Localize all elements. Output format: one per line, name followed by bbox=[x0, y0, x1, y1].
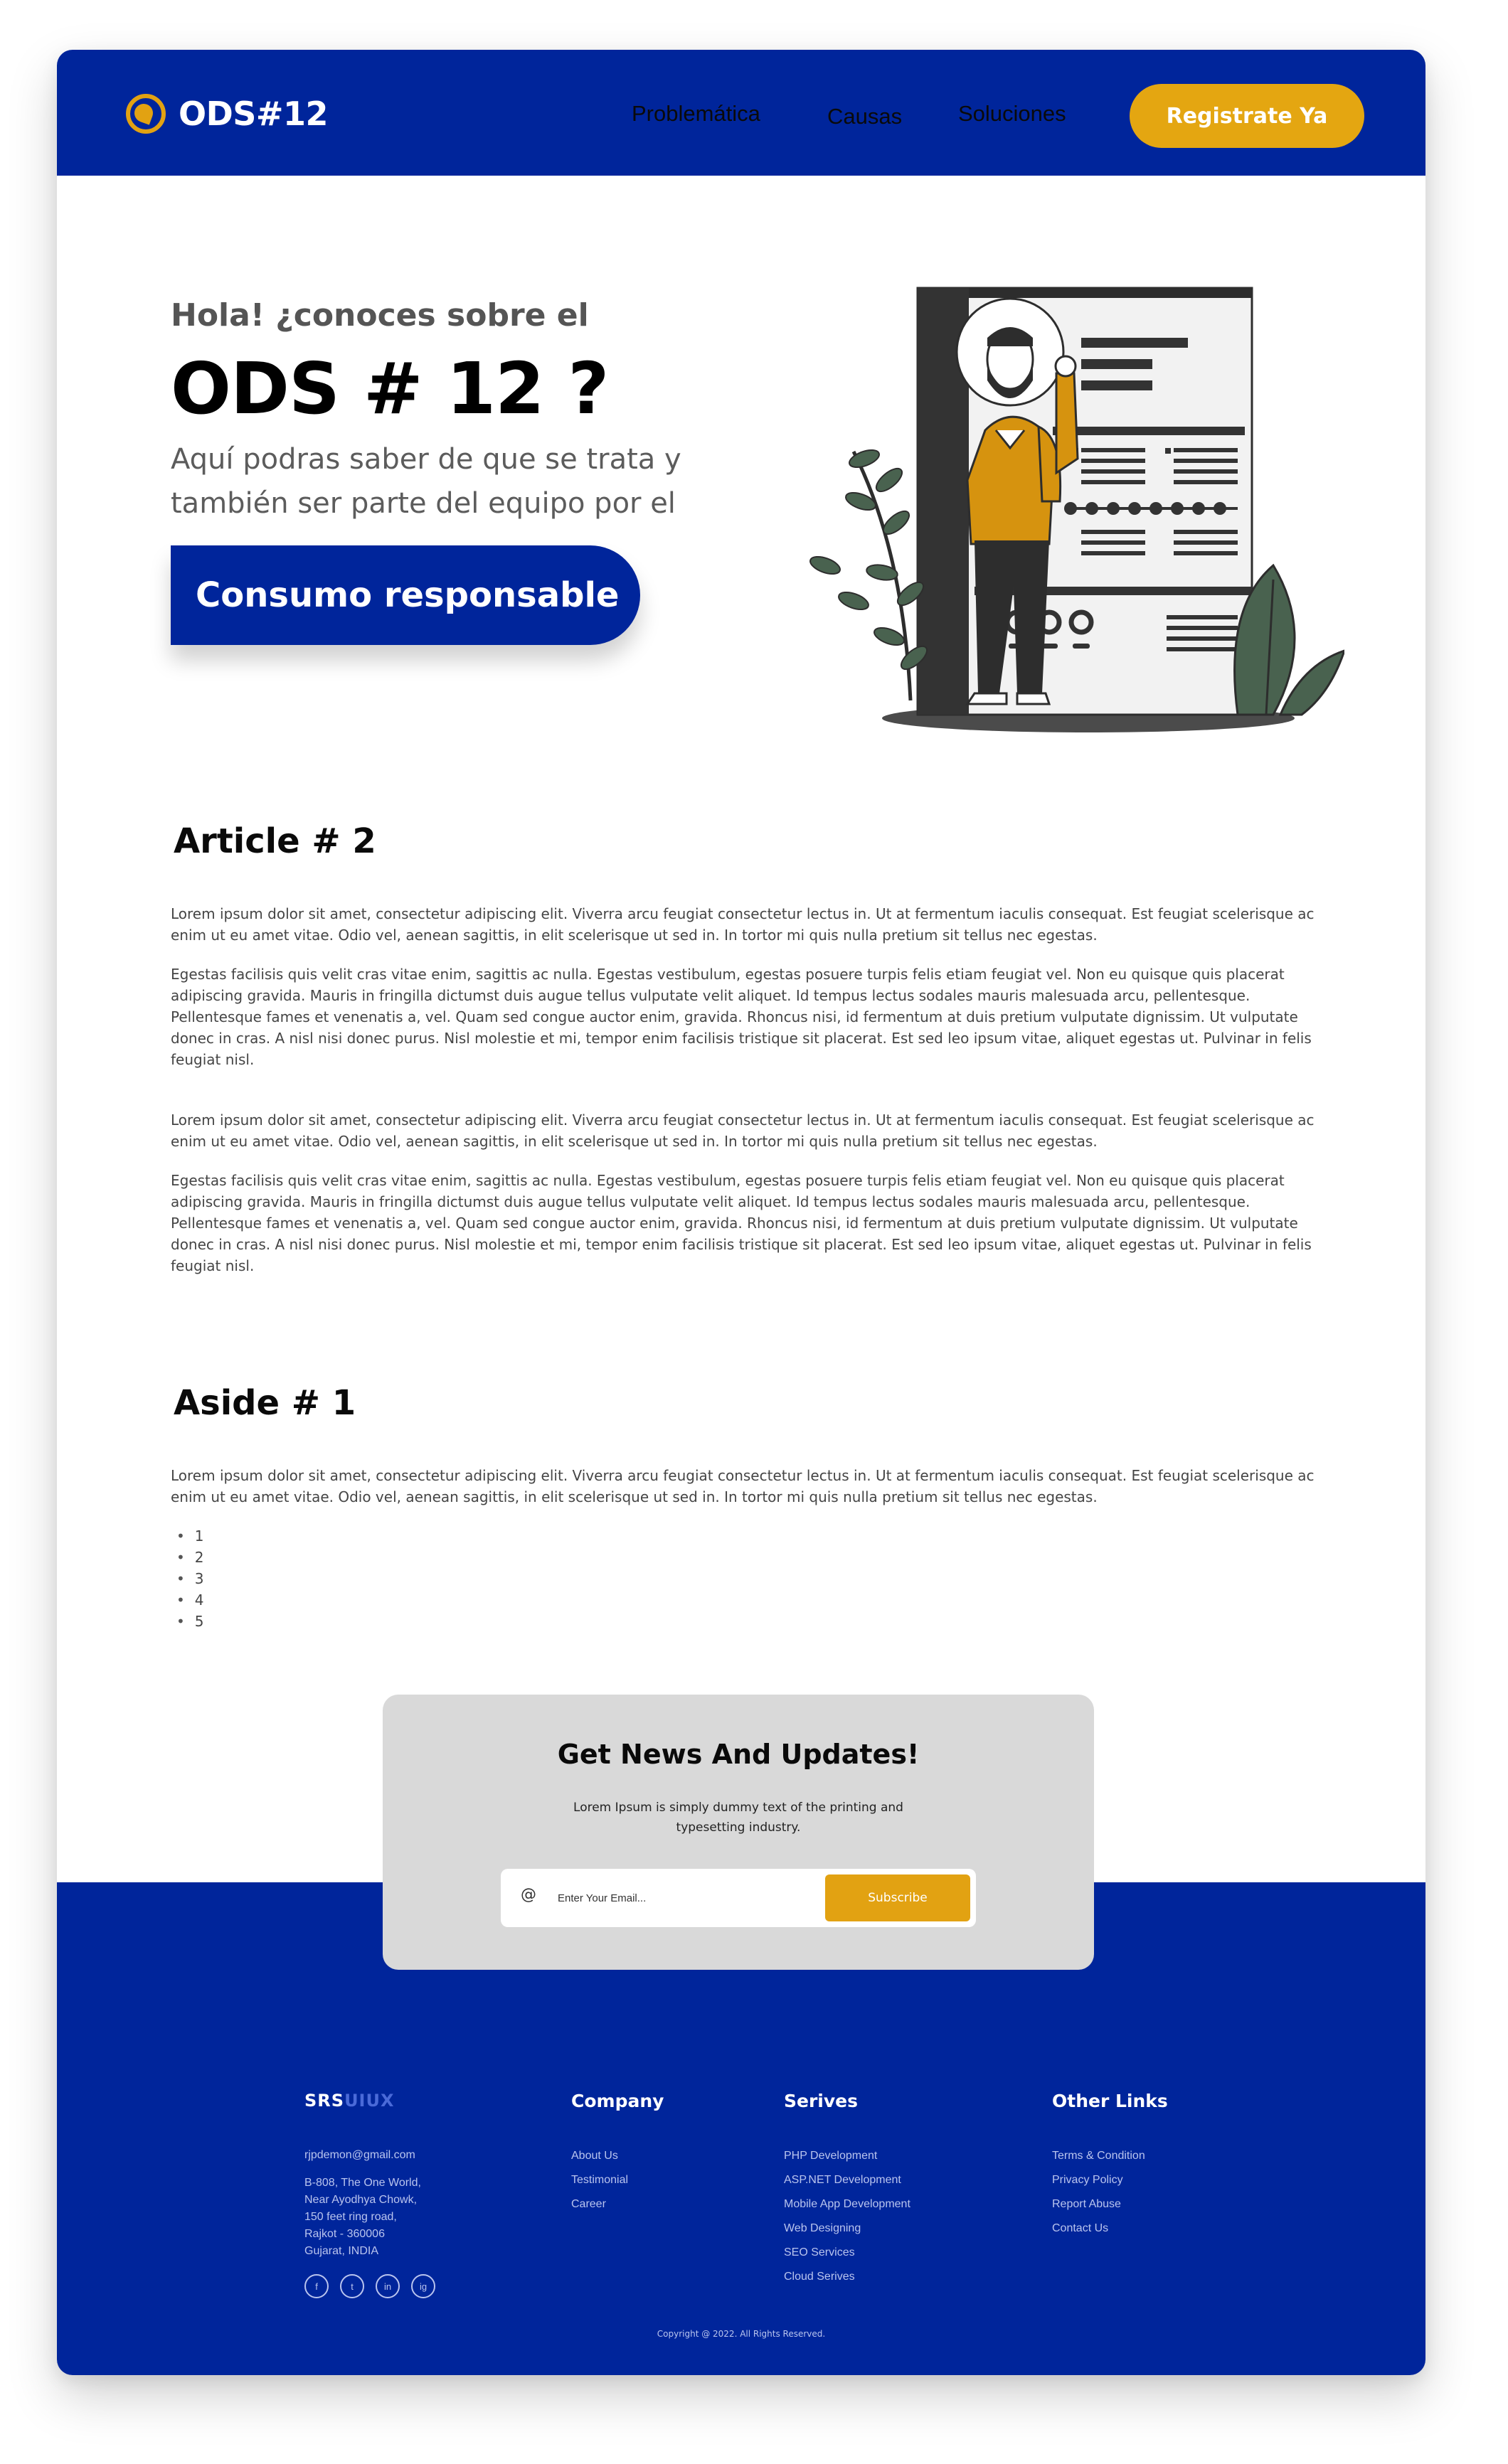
list-item: 2 bbox=[176, 1547, 204, 1568]
nav-link-problematica[interactable]: Problemática bbox=[632, 101, 760, 127]
article-paragraph-3: Lorem ipsum dolor sit amet, consectetur … bbox=[171, 1111, 1315, 1150]
newsletter-card: Get News And Updates! Lorem Ipsum is sim… bbox=[383, 1695, 1094, 1970]
list-item: 4 bbox=[176, 1589, 204, 1611]
logo-icon bbox=[126, 94, 166, 134]
footer-link-testimonial[interactable]: Testimonial bbox=[571, 2168, 664, 2192]
logo-text: ODS#12 bbox=[179, 95, 328, 133]
register-button[interactable]: Registrate Ya bbox=[1130, 84, 1364, 148]
aside-title: Aside # 1 bbox=[174, 1383, 356, 1423]
footer-link-contact[interactable]: Contact Us bbox=[1052, 2217, 1168, 2241]
footer-link-aspnet[interactable]: ASP.NET Development bbox=[784, 2168, 910, 2192]
logo[interactable]: ODS#12 bbox=[126, 94, 328, 134]
footer-link-privacy[interactable]: Privacy Policy bbox=[1052, 2168, 1168, 2192]
hero-illustration bbox=[809, 287, 1344, 732]
footer-services-heading: Serives bbox=[784, 2091, 858, 2111]
footer-address: B-808, The One World, Near Ayodhya Chowk… bbox=[304, 2177, 421, 2257]
hero-kicker: Hola! ¿conoces sobre el bbox=[171, 297, 589, 334]
footer-other-column: Other Links Terms & Condition Privacy Po… bbox=[1052, 2091, 1168, 2241]
footer-company-column: Company About Us Testimonial Career bbox=[571, 2091, 664, 2217]
page-frame: ODS#12 Problemática Causas Soluciones Re… bbox=[57, 50, 1425, 2375]
footer-company-heading: Company bbox=[571, 2091, 664, 2111]
nav-link-soluciones[interactable]: Soluciones bbox=[958, 101, 1066, 127]
newsletter-subtitle: Lorem Ipsum is simply dummy text of the … bbox=[573, 1801, 903, 1835]
footer-link-career[interactable]: Career bbox=[571, 2192, 664, 2217]
footer-link-report[interactable]: Report Abuse bbox=[1052, 2192, 1168, 2217]
footer-services-column: Serives PHP Development ASP.NET Developm… bbox=[784, 2091, 910, 2289]
footer-link-terms[interactable]: Terms & Condition bbox=[1052, 2144, 1168, 2168]
nav-link-causas[interactable]: Causas bbox=[827, 104, 902, 129]
footer-link-web[interactable]: Web Designing bbox=[784, 2217, 910, 2241]
footer-link-cloud[interactable]: Cloud Serives bbox=[784, 2265, 910, 2289]
subscribe-button[interactable]: Subscribe bbox=[825, 1874, 970, 1921]
newsletter-title: Get News And Updates! bbox=[557, 1739, 920, 1770]
footer-link-php[interactable]: PHP Development bbox=[784, 2144, 910, 2168]
footer-link-seo[interactable]: SEO Services bbox=[784, 2241, 910, 2265]
email-field[interactable] bbox=[558, 1886, 814, 1910]
copyright-text: Copyright @ 2022. All Rights Reserved. bbox=[657, 2329, 826, 2339]
consumo-responsable-button[interactable]: Consumo responsable bbox=[171, 545, 640, 645]
article-paragraph-4: Egestas facilisis quis velit cras vitae … bbox=[171, 1172, 1312, 1274]
footer-brand-column: SRSUIUX rjpdemon@gmail.com B-808, The On… bbox=[304, 2091, 435, 2298]
social-links: f t in ig bbox=[304, 2274, 435, 2298]
aside-paragraph: Lorem ipsum dolor sit amet, consectetur … bbox=[171, 1467, 1315, 1505]
article-paragraph-1: Lorem ipsum dolor sit amet, consectetur … bbox=[171, 905, 1315, 944]
footer-email-link[interactable]: rjpdemon@gmail.com bbox=[304, 2143, 435, 2167]
footer-other-heading: Other Links bbox=[1052, 2091, 1168, 2111]
linkedin-icon[interactable]: in bbox=[376, 2274, 400, 2298]
newsletter-form: @ Subscribe bbox=[501, 1869, 976, 1927]
hero-title: ODS # 12 ? bbox=[171, 347, 609, 430]
article-title: Article # 2 bbox=[174, 821, 376, 861]
hero-subtitle: Aquí podras saber de que se trata y tamb… bbox=[171, 443, 681, 520]
twitter-icon[interactable]: t bbox=[340, 2274, 364, 2298]
list-item: 1 bbox=[176, 1525, 204, 1547]
footer-link-about[interactable]: About Us bbox=[571, 2144, 664, 2168]
footer-link-mobile[interactable]: Mobile App Development bbox=[784, 2192, 910, 2217]
list-item: 5 bbox=[176, 1611, 204, 1632]
footer-brand: SRSUIUX bbox=[304, 2091, 395, 2111]
list-item: 3 bbox=[176, 1568, 204, 1589]
instagram-icon[interactable]: ig bbox=[411, 2274, 435, 2298]
top-navbar: ODS#12 Problemática Causas Soluciones Re… bbox=[57, 50, 1425, 176]
facebook-icon[interactable]: f bbox=[304, 2274, 329, 2298]
article-paragraph-2: Egestas facilisis quis velit cras vitae … bbox=[171, 966, 1312, 1068]
at-icon: @ bbox=[521, 1886, 536, 1904]
aside-list: 1 2 3 4 5 bbox=[176, 1525, 204, 1632]
